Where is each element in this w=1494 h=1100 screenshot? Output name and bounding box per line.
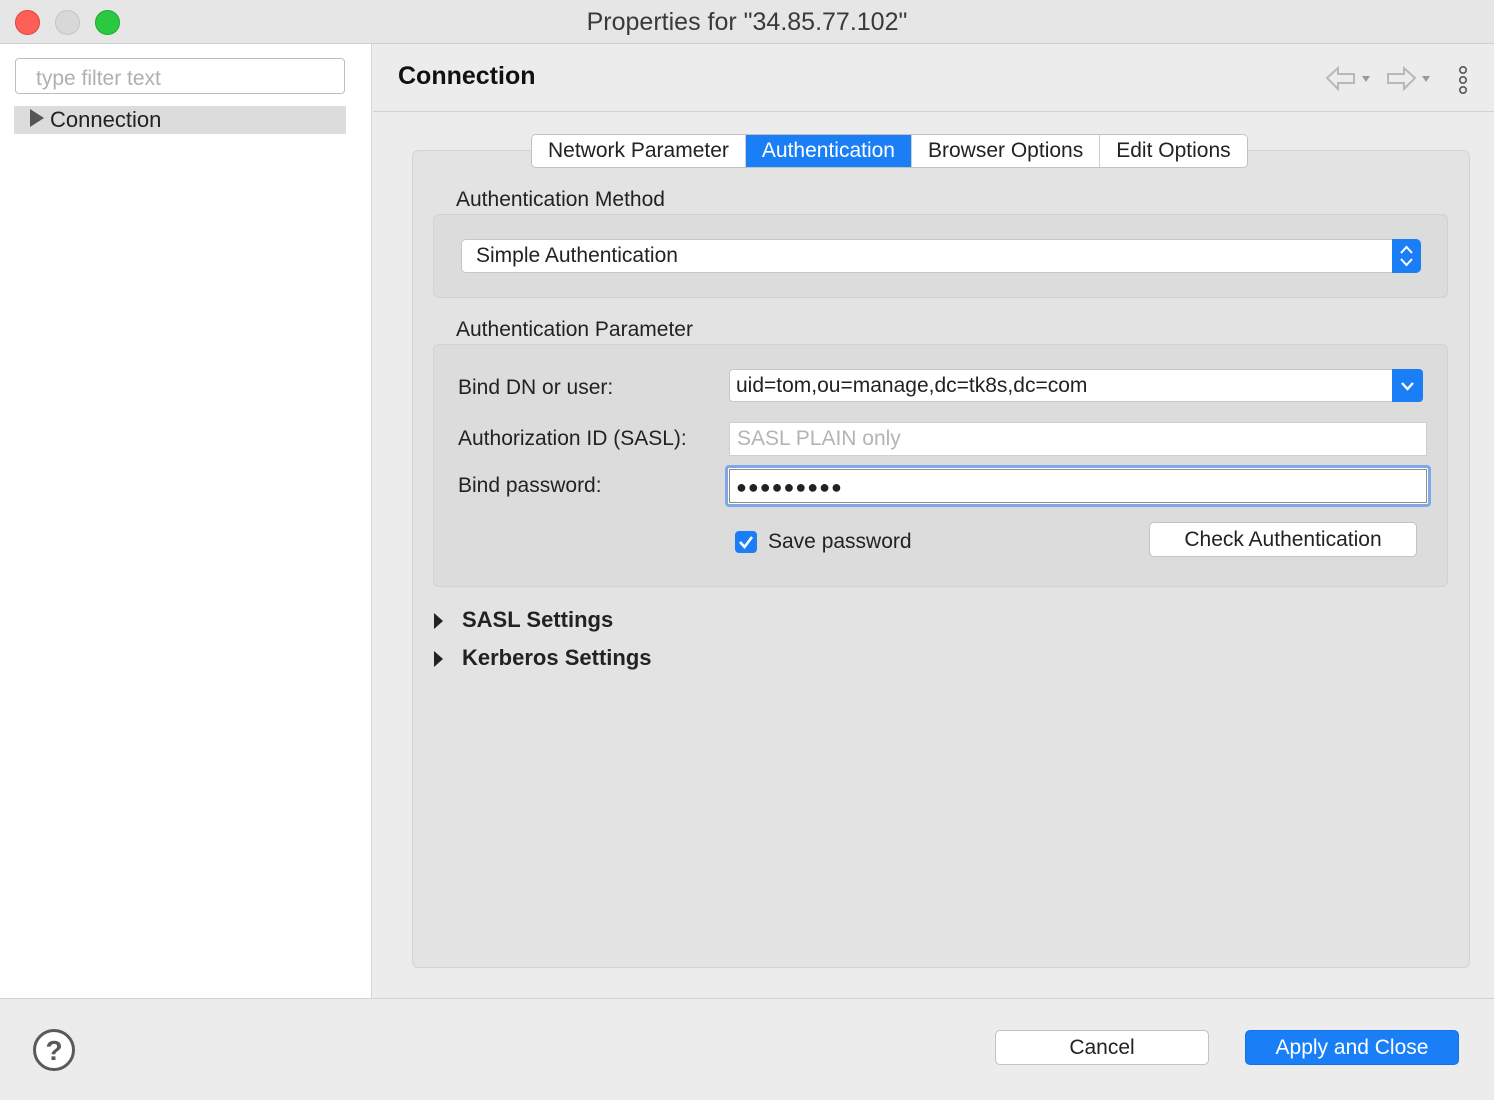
back-arrow-icon[interactable] [1325, 65, 1370, 92]
save-password-checkbox[interactable] [735, 531, 757, 553]
help-icon[interactable]: ? [33, 1029, 75, 1071]
kerberos-settings-section[interactable]: Kerberos Settings [462, 645, 652, 671]
bind-dn-combo[interactable]: uid=tom,ou=manage,dc=tk8s,dc=com [729, 369, 1423, 402]
auth-method-select[interactable]: Simple Authentication [461, 239, 1421, 273]
forward-arrow-icon[interactable] [1386, 65, 1430, 92]
expand-arrow-icon[interactable] [30, 109, 44, 127]
kerberos-expand-icon[interactable] [434, 651, 443, 667]
auth-method-group-label: Authentication Method [456, 188, 665, 211]
bind-dn-label: Bind DN or user: [458, 376, 614, 399]
authz-id-label: Authorization ID (SASL): [458, 427, 687, 450]
tab-network-parameter[interactable]: Network Parameter [532, 135, 746, 167]
sasl-expand-icon[interactable] [434, 613, 443, 629]
more-menu-icon[interactable] [1457, 65, 1469, 96]
window-title: Properties for "34.85.77.102" [586, 8, 908, 36]
page-title: Connection [398, 62, 536, 90]
sidebar-item-label[interactable]: Connection [50, 106, 161, 134]
authz-id-field[interactable]: SASL PLAIN only [729, 422, 1427, 456]
bind-password-field[interactable]: ●●●●●●●●● [729, 469, 1427, 503]
save-password-label[interactable]: Save password [768, 530, 912, 554]
chevron-down-icon[interactable] [1392, 369, 1423, 402]
check-authentication-button[interactable]: Check Authentication [1149, 522, 1417, 557]
auth-param-group-label: Authentication Parameter [456, 318, 693, 341]
apply-and-close-button[interactable]: Apply and Close [1245, 1030, 1459, 1065]
checkmark-icon [739, 536, 754, 550]
filter-input[interactable] [15, 58, 345, 94]
sasl-settings-section[interactable]: SASL Settings [462, 607, 613, 633]
tab-edit-options[interactable]: Edit Options [1100, 135, 1247, 167]
tab-bar: Network Parameter Authentication Browser… [531, 134, 1248, 168]
tab-browser-options[interactable]: Browser Options [912, 135, 1101, 167]
bind-password-label: Bind password: [458, 474, 602, 497]
tab-authentication[interactable]: Authentication [745, 135, 912, 167]
sidebar [0, 44, 372, 998]
cancel-button[interactable]: Cancel [995, 1030, 1209, 1065]
select-arrows-icon[interactable] [1392, 239, 1421, 273]
